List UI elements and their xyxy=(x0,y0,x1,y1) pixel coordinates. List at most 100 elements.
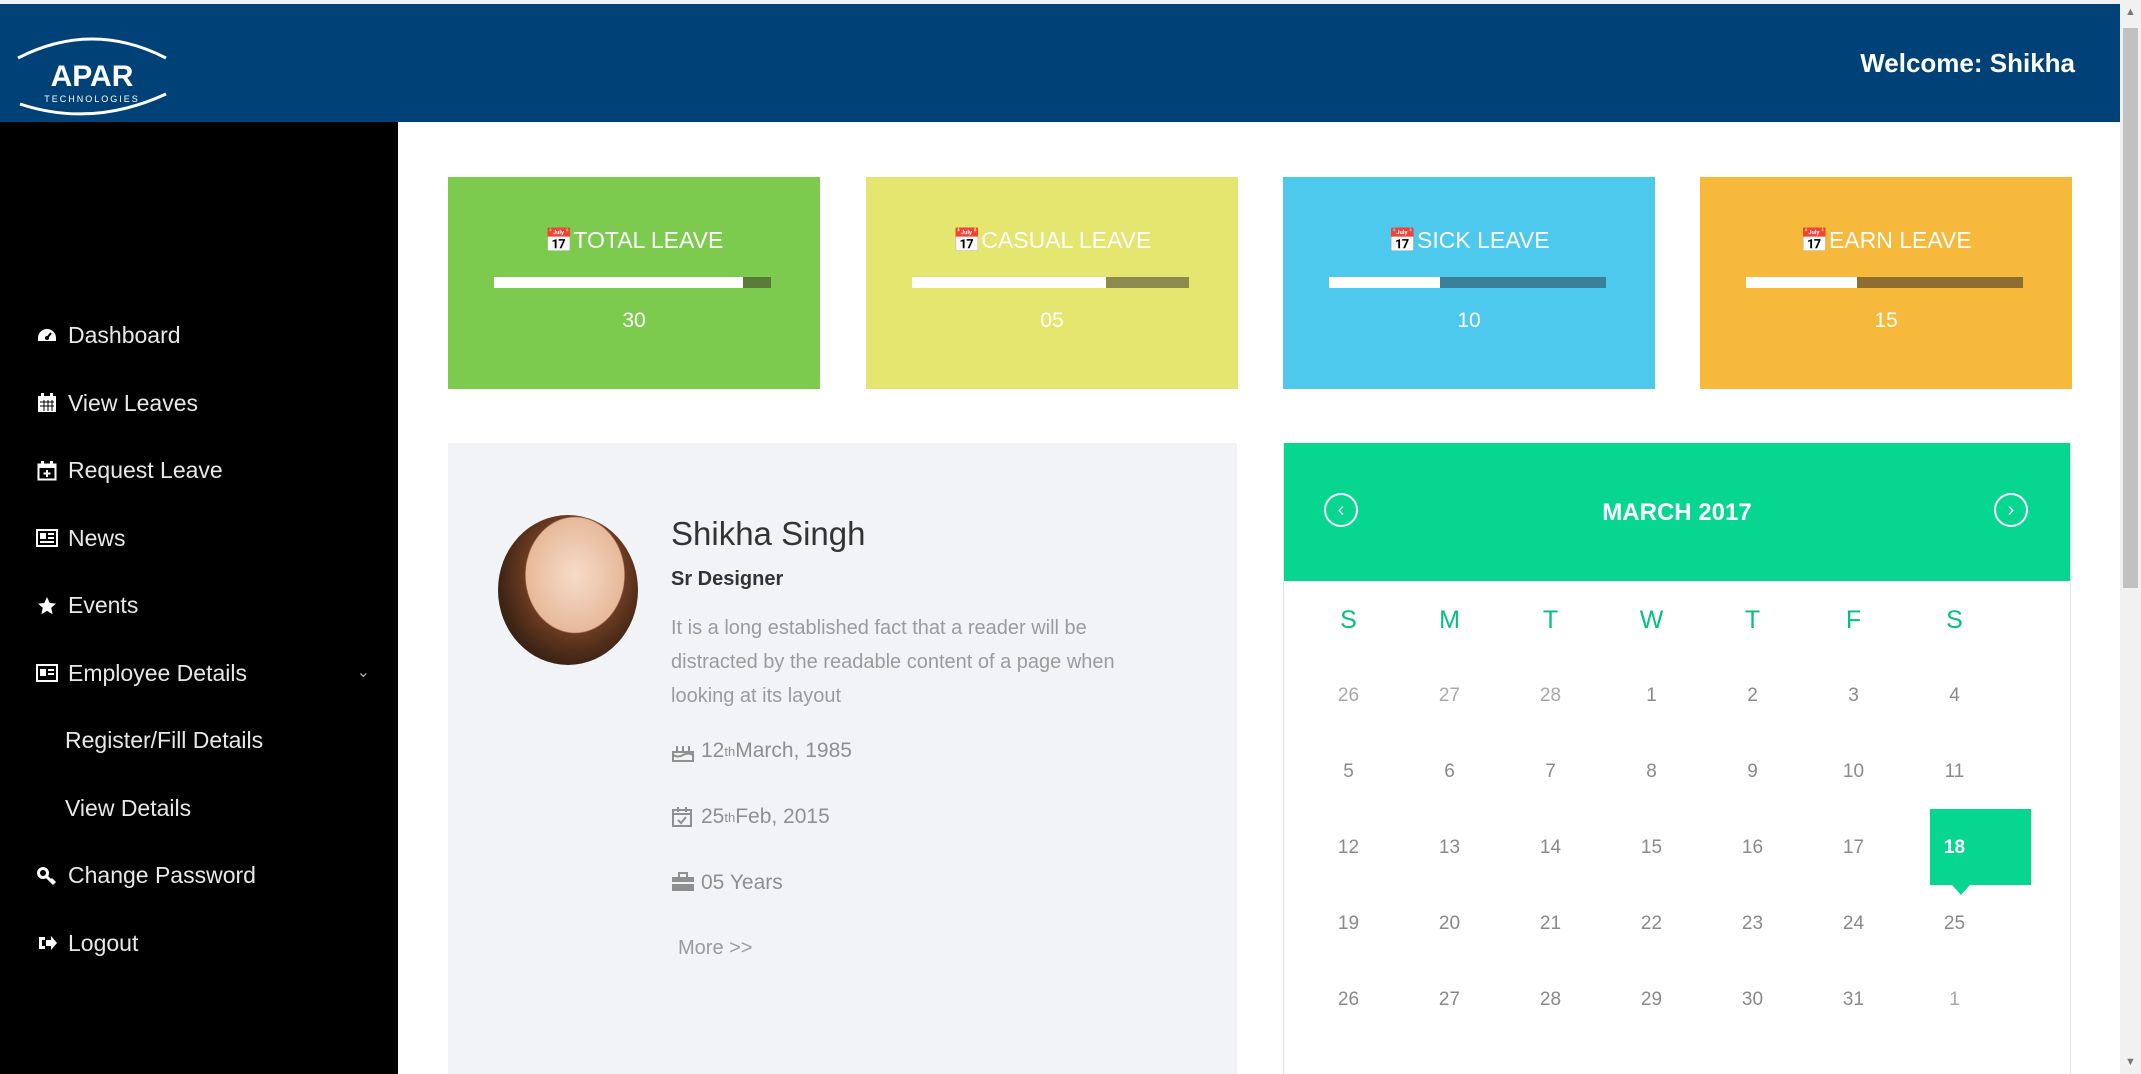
calendar-plus-icon xyxy=(36,460,58,482)
calendar-day[interactable]: 26 xyxy=(1298,989,1399,1011)
calendar-day[interactable]: 31 xyxy=(1803,989,1904,1011)
page-scrollbar[interactable]: ▲ ▼ xyxy=(2120,0,2141,1074)
total-leave-card[interactable]: 📅TOTAL LEAVE 30 xyxy=(448,177,820,389)
logo-text: APAR xyxy=(51,60,134,93)
calendar-day-today[interactable]: 18 xyxy=(1904,837,2005,859)
leave-progress-bar xyxy=(1746,277,2023,288)
sidebar-item-view-details[interactable]: View Details xyxy=(0,775,398,843)
dob-day: 12 xyxy=(701,739,725,762)
sidebar-item-news[interactable]: News xyxy=(0,505,398,573)
calendar-day[interactable]: 15 xyxy=(1601,837,1702,859)
card-value: 15 xyxy=(1874,309,1898,332)
card-value: 10 xyxy=(1457,309,1481,332)
calendar-day[interactable]: 9 xyxy=(1702,761,1803,783)
calendar-day[interactable]: 21 xyxy=(1500,913,1601,935)
experience-text: 05 Years xyxy=(701,871,783,894)
calendar-day[interactable]: 1 xyxy=(1601,685,1702,707)
dob-suffix: th xyxy=(724,743,736,759)
sidebar-item-label: News xyxy=(68,524,126,551)
calendar-day[interactable]: 8 xyxy=(1601,761,1702,783)
calendar-day[interactable]: 22 xyxy=(1601,913,1702,935)
sidebar-item-change-password[interactable]: Change Password xyxy=(0,842,398,910)
calendar-day[interactable]: 6 xyxy=(1399,761,1500,783)
calendar-day[interactable]: 28 xyxy=(1500,685,1601,707)
calendar-widget: ‹ MARCH 2017 › SMTWTFS 26 27 28 1 2 3 4 5 6 7 8 9 10… xyxy=(1283,443,2071,1074)
calendar-day[interactable]: 2 xyxy=(1702,685,1803,707)
calendar-day[interactable]: 5 xyxy=(1298,761,1399,783)
weekday-header: T xyxy=(1744,606,1761,634)
earn-leave-card[interactable]: 📅EARN LEAVE 15 xyxy=(1700,177,2072,389)
calendar-icon: 📅 xyxy=(544,227,574,253)
sidebar-item-dashboard[interactable]: Dashboard xyxy=(0,302,398,370)
sidebar-item-register-fill-details[interactable]: Register/Fill Details xyxy=(0,707,398,775)
weekday-header: W xyxy=(1639,606,1664,634)
calendar-day[interactable]: 30 xyxy=(1702,989,1803,1011)
sidebar-item-label: Request Leave xyxy=(68,457,223,484)
card-title: EARN LEAVE xyxy=(1828,227,1972,253)
next-month-button[interactable]: › xyxy=(1994,493,2028,527)
calendar-day[interactable]: 13 xyxy=(1399,837,1500,859)
join-day: 25 xyxy=(701,805,725,828)
calendar-icon: 📅 xyxy=(952,227,982,253)
profile-name: Shikha Singh xyxy=(671,515,866,552)
weekday-header: T xyxy=(1542,606,1559,634)
calendar-icon: 📅 xyxy=(1388,227,1418,253)
star-icon xyxy=(36,595,58,617)
birthday-cake-icon xyxy=(671,740,695,762)
logout-icon xyxy=(36,932,58,954)
chevron-down-icon[interactable]: ⌄ xyxy=(357,662,370,682)
sick-leave-card[interactable]: 📅SICK LEAVE 10 xyxy=(1283,177,1655,389)
card-title: CASUAL LEAVE xyxy=(981,227,1152,253)
dob-rest: March, 1985 xyxy=(735,739,852,762)
birth-date: 12th March, 1985 xyxy=(671,739,852,763)
sidebar-item-view-leaves[interactable]: View Leaves xyxy=(0,370,398,438)
scroll-thumb[interactable] xyxy=(2123,28,2138,588)
sidebar-item-label: View Details xyxy=(65,794,192,821)
calendar-day[interactable]: 11 xyxy=(1904,761,2005,783)
scroll-up-arrow[interactable]: ▲ xyxy=(2125,6,2136,18)
calendar-day[interactable]: 14 xyxy=(1500,837,1601,859)
calendar-day[interactable]: 12 xyxy=(1298,837,1399,859)
sidebar-item-label: View Leaves xyxy=(68,389,198,416)
calendar-day[interactable]: 27 xyxy=(1399,685,1500,707)
join-suffix: th xyxy=(724,809,736,825)
weekday-header: F xyxy=(1845,606,1862,634)
calendar-day[interactable]: 29 xyxy=(1601,989,1702,1011)
sidebar-item-events[interactable]: Events xyxy=(0,572,398,640)
sidebar-item-label: Change Password xyxy=(68,862,256,889)
calendar-day[interactable]: 4 xyxy=(1904,685,2005,707)
calendar-day[interactable]: 20 xyxy=(1399,913,1500,935)
more-link[interactable]: More >> xyxy=(678,937,752,960)
sidebar-item-logout[interactable]: Logout xyxy=(0,910,398,978)
apar-logo[interactable]: APAR TECHNOLOGIES xyxy=(8,28,176,118)
card-value: 30 xyxy=(622,309,646,332)
calendar-day[interactable]: 16 xyxy=(1702,837,1803,859)
sidebar-item-label: Logout xyxy=(68,929,139,956)
leave-progress-bar xyxy=(494,277,771,288)
calendar-icon xyxy=(36,392,58,414)
scroll-down-arrow[interactable]: ▼ xyxy=(2125,1056,2136,1068)
sidebar-item-request-leave[interactable]: Request Leave xyxy=(0,437,398,505)
calendar-day[interactable]: 27 xyxy=(1399,989,1500,1011)
sidebar-item-employee-details[interactable]: Employee Details ⌄ xyxy=(0,640,398,708)
calendar-day[interactable]: 17 xyxy=(1803,837,1904,859)
calendar-day[interactable]: 25 xyxy=(1904,913,2005,935)
sidebar-item-label: Events xyxy=(68,592,139,619)
calendar-day[interactable]: 10 xyxy=(1803,761,1904,783)
casual-leave-card[interactable]: 📅CASUAL LEAVE 05 xyxy=(866,177,1238,389)
calendar-day[interactable]: 3 xyxy=(1803,685,1904,707)
newspaper-icon xyxy=(36,527,58,549)
profile-panel: Shikha Singh Sr Designer It is a long es… xyxy=(448,443,1237,1074)
calendar-day[interactable]: 28 xyxy=(1500,989,1601,1011)
leave-progress-fill xyxy=(1329,277,1440,288)
card-value: 05 xyxy=(1040,309,1064,332)
calendar-day[interactable]: 19 xyxy=(1298,913,1399,935)
calendar-day[interactable]: 24 xyxy=(1803,913,1904,935)
chevron-right-icon: › xyxy=(2007,498,2015,521)
leave-progress-fill xyxy=(1746,277,1857,288)
calendar-day[interactable]: 1 xyxy=(1904,989,2005,1011)
calendar-day[interactable]: 7 xyxy=(1500,761,1601,783)
calendar-day[interactable]: 23 xyxy=(1702,913,1803,935)
calendar-day[interactable]: 26 xyxy=(1298,685,1399,707)
card-title: TOTAL LEAVE xyxy=(573,227,724,253)
